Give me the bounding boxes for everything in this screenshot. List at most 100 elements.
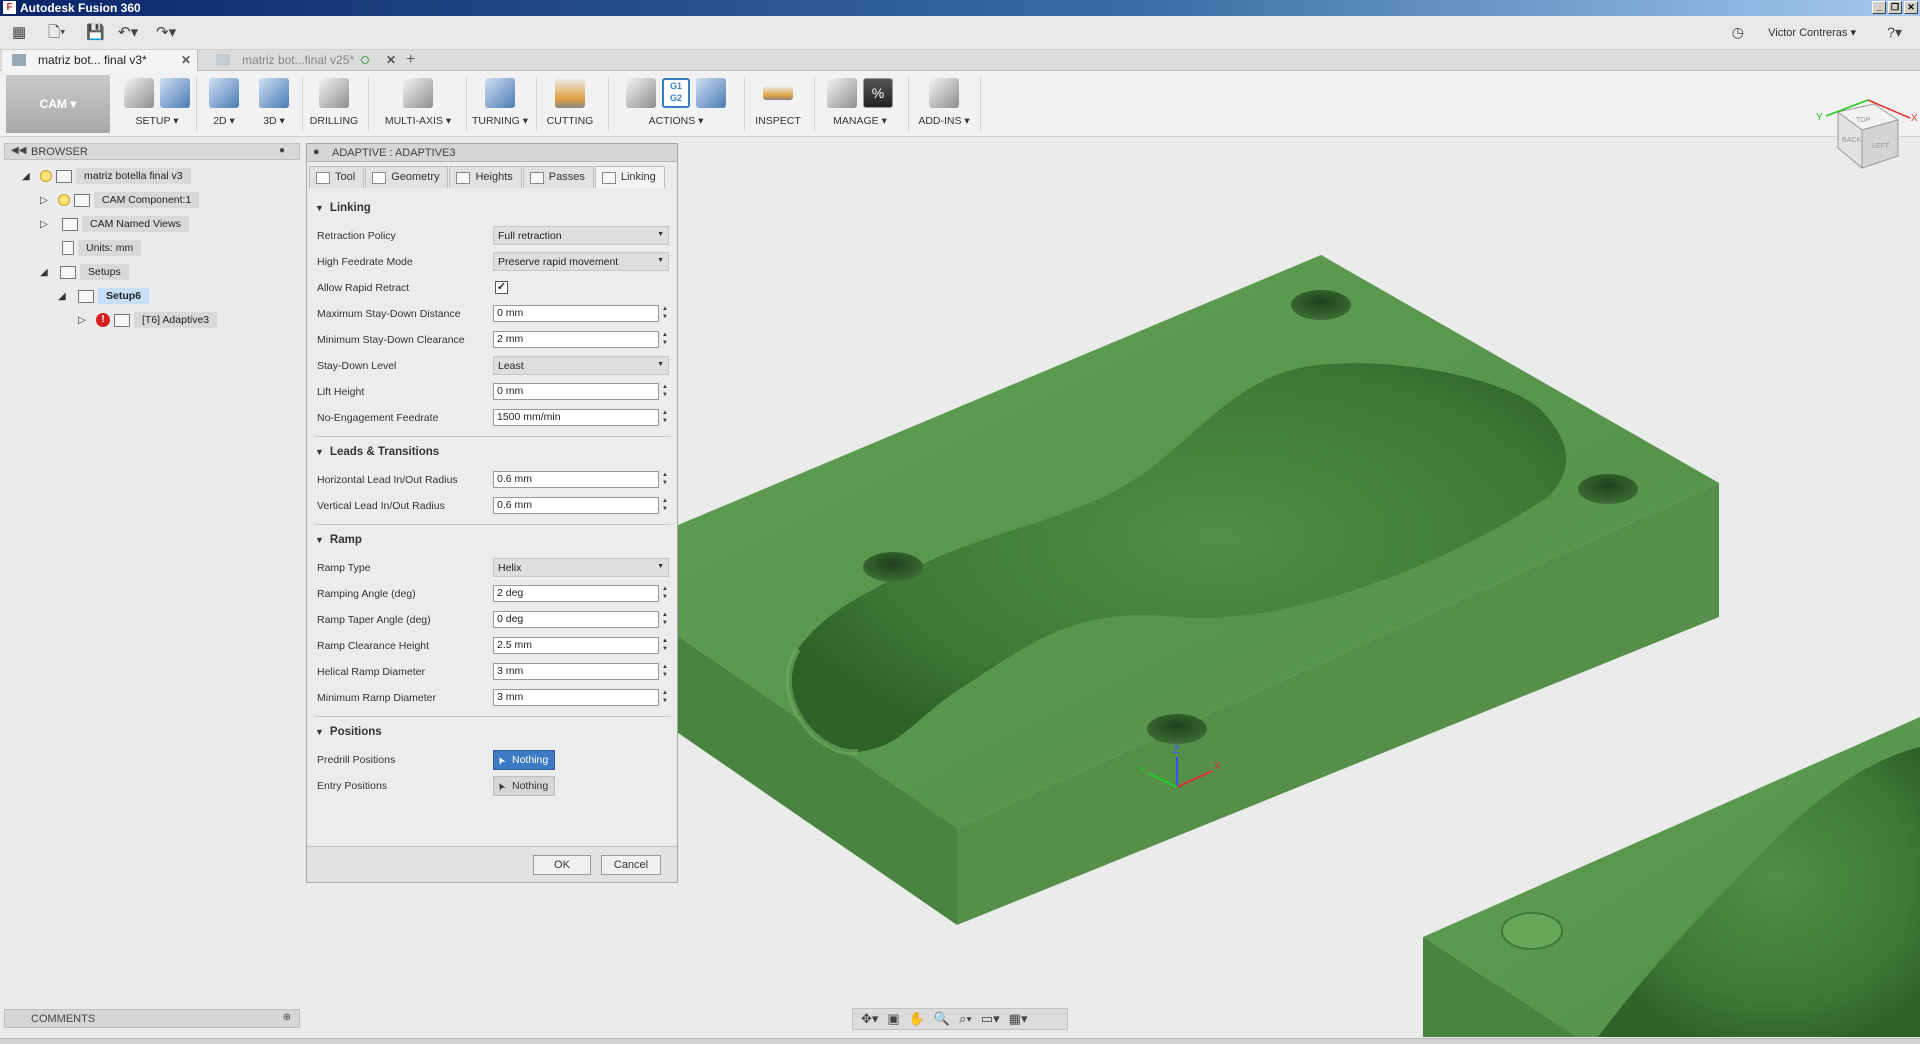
ramp-clearance-height-input[interactable]: 2.5 mm xyxy=(493,637,659,654)
multi-axis-group[interactable]: MULTI-AXIS ▾ xyxy=(376,73,460,133)
spinner-icon[interactable]: ▲ ▼ xyxy=(661,611,669,628)
look-at-icon[interactable]: ▣ xyxy=(887,1011,899,1027)
drilling-group[interactable]: DRILLING xyxy=(308,73,360,133)
visibility-bulb-icon[interactable] xyxy=(58,194,70,206)
minimum-ramp-diameter-input[interactable]: 3 mm xyxy=(493,689,659,706)
helical-ramp-diameter-input[interactable]: 3 mm xyxy=(493,663,659,680)
pan-icon[interactable]: ✋ xyxy=(909,1011,925,1027)
collapse-browser-icon[interactable]: ◀◀ xyxy=(11,145,26,156)
ok-button[interactable]: OK xyxy=(533,855,591,875)
spinner-icon[interactable]: ▲ ▼ xyxy=(661,409,669,426)
cutting-group[interactable]: CUTTING xyxy=(540,73,600,133)
inspect-group[interactable]: INSPECT xyxy=(748,73,808,133)
tree-item-units[interactable]: Units: mm xyxy=(62,239,142,257)
view-cube[interactable]: TOP BACK LEFT X Y xyxy=(1808,98,1918,184)
orbit-icon[interactable]: ✥▾ xyxy=(861,1011,878,1027)
comments-panel[interactable]: COMMENTS ⊕ xyxy=(4,1009,300,1028)
expand-triangle-icon[interactable]: ▷ xyxy=(78,315,90,326)
tab-geometry[interactable]: Geometry xyxy=(365,166,449,188)
doc-tab-inactive[interactable]: matriz bot...final v25* ✕ xyxy=(206,50,402,71)
restore-button[interactable]: ❐ xyxy=(1888,1,1902,14)
new-tab-icon[interactable]: + xyxy=(406,50,415,70)
3d-viewport[interactable]: Z X Y xyxy=(678,137,1920,1037)
spinner-icon[interactable]: ▲ ▼ xyxy=(661,585,669,602)
tree-item-setups[interactable]: ◢ Setups xyxy=(40,263,129,281)
tree-item-named-views[interactable]: ▷ CAM Named Views xyxy=(40,215,189,233)
field-entry-positions: Entry Positions Nothing xyxy=(317,776,671,796)
grid-settings-icon[interactable]: ▦▾ xyxy=(1009,1011,1028,1027)
visibility-bulb-icon[interactable] xyxy=(40,170,52,182)
zoom-icon[interactable]: 🔍 xyxy=(934,1011,950,1027)
tree-item-cam-component[interactable]: ▷ CAM Component:1 xyxy=(40,191,200,209)
tree-item-setup6[interactable]: ◢ Setup6 xyxy=(58,287,150,305)
spinner-icon[interactable]: ▲ ▼ xyxy=(661,383,669,400)
spinner-icon[interactable]: ▲ ▼ xyxy=(661,497,669,514)
display-settings-icon[interactable]: ▭▾ xyxy=(981,1011,1000,1027)
horizontal-lead-input[interactable]: 0.6 mm xyxy=(493,471,659,488)
3d-group[interactable]: 3D ▾ xyxy=(254,73,294,133)
job-status-clock-icon[interactable]: ◷ xyxy=(1732,24,1744,41)
setup-group[interactable]: SETUP ▾ xyxy=(124,73,190,133)
ramp-taper-angle-input[interactable]: 0 deg xyxy=(493,611,659,628)
section-linking[interactable]: Linking xyxy=(315,202,371,214)
retraction-policy-select[interactable]: Full retraction xyxy=(493,226,669,245)
vertical-lead-input[interactable]: 0.6 mm xyxy=(493,497,659,514)
ramp-type-select[interactable]: Helix xyxy=(493,558,669,577)
collapse-triangle-icon[interactable]: ◢ xyxy=(22,171,34,182)
tab-passes[interactable]: Passes xyxy=(522,166,594,188)
spinner-icon[interactable]: ▲ ▼ xyxy=(661,663,669,680)
help-menu[interactable]: ?▾ xyxy=(1887,24,1902,41)
data-panel-grid-icon[interactable]: ▦ xyxy=(12,24,26,42)
tab-linking[interactable]: Linking xyxy=(594,166,665,188)
predrill-positions-selector[interactable]: Nothing xyxy=(493,750,555,770)
spinner-icon[interactable]: ▲ ▼ xyxy=(661,305,669,322)
tab-heights[interactable]: Heights xyxy=(449,166,522,188)
add-ins-group[interactable]: ADD-INS ▾ xyxy=(912,73,976,133)
spinner-icon[interactable]: ▲ ▼ xyxy=(661,689,669,706)
max-stay-down-input[interactable]: 0 mm xyxy=(493,305,659,322)
spinner-icon[interactable]: ▲ ▼ xyxy=(661,637,669,654)
section-divider xyxy=(315,524,671,525)
section-positions[interactable]: Positions xyxy=(315,726,382,738)
collapse-triangle-icon[interactable]: ◢ xyxy=(40,267,52,278)
close-tab-icon[interactable]: ✕ xyxy=(181,50,191,70)
stay-down-level-select[interactable]: Least xyxy=(493,356,669,375)
expand-triangle-icon[interactable]: ▷ xyxy=(40,219,52,230)
section-ramp[interactable]: Ramp xyxy=(315,534,362,546)
add-comment-icon[interactable]: ⊕ xyxy=(283,1012,291,1023)
cancel-button[interactable]: Cancel xyxy=(601,855,661,875)
close-button[interactable]: ✕ xyxy=(1904,1,1918,14)
doc-tab-active[interactable]: matriz bot... final v3* ✕ xyxy=(2,50,198,71)
fit-icon[interactable]: ⌕▾ xyxy=(959,1011,972,1027)
workspace-switcher[interactable]: CAM ▾ xyxy=(6,75,110,133)
expand-triangle-icon[interactable]: ▷ xyxy=(40,195,52,206)
2d-group[interactable]: 2D ▾ xyxy=(204,73,244,133)
document-icon xyxy=(12,54,26,66)
lift-height-input[interactable]: 0 mm xyxy=(493,383,659,400)
spinner-icon[interactable]: ▲ ▼ xyxy=(661,471,669,488)
spinner-icon[interactable]: ▲ ▼ xyxy=(661,331,669,348)
file-menu-icon[interactable]: 🗋▾ xyxy=(48,24,66,42)
no-engagement-feedrate-input[interactable]: 1500 mm/min xyxy=(493,409,659,426)
entry-positions-selector[interactable]: Nothing xyxy=(493,776,555,796)
tab-tool[interactable]: Tool xyxy=(309,166,365,188)
save-icon[interactable]: 💾 xyxy=(86,24,105,42)
ramping-angle-input[interactable]: 2 deg xyxy=(493,585,659,602)
undo-icon[interactable]: ↶▾ xyxy=(118,24,138,42)
tree-item-root[interactable]: ◢ matriz botella final v3 xyxy=(22,167,191,185)
high-feedrate-mode-select[interactable]: Preserve rapid movement xyxy=(493,252,669,271)
minimize-button[interactable]: _ xyxy=(1872,1,1886,14)
section-leads-transitions[interactable]: Leads & Transitions xyxy=(315,446,439,458)
allow-rapid-retract-checkbox[interactable]: ✓ xyxy=(495,281,508,294)
dialog-collapse-icon[interactable]: ● xyxy=(313,146,320,158)
user-account-menu[interactable]: Victor Contreras ▾ xyxy=(1768,26,1856,39)
browser-options-icon[interactable]: ● xyxy=(279,145,285,156)
redo-icon[interactable]: ↷▾ xyxy=(156,24,176,42)
manage-group[interactable]: % MANAGE ▾ xyxy=(818,73,902,133)
tree-item-adaptive3[interactable]: ▷ ! [T6] Adaptive3 xyxy=(78,311,218,329)
actions-group[interactable]: G1 G2 ACTIONS ▾ xyxy=(614,73,738,133)
turning-group[interactable]: TURNING ▾ xyxy=(470,73,530,133)
collapse-triangle-icon[interactable]: ◢ xyxy=(58,291,70,302)
close-tab-icon[interactable]: ✕ xyxy=(386,50,396,70)
min-stay-down-input[interactable]: 2 mm xyxy=(493,331,659,348)
